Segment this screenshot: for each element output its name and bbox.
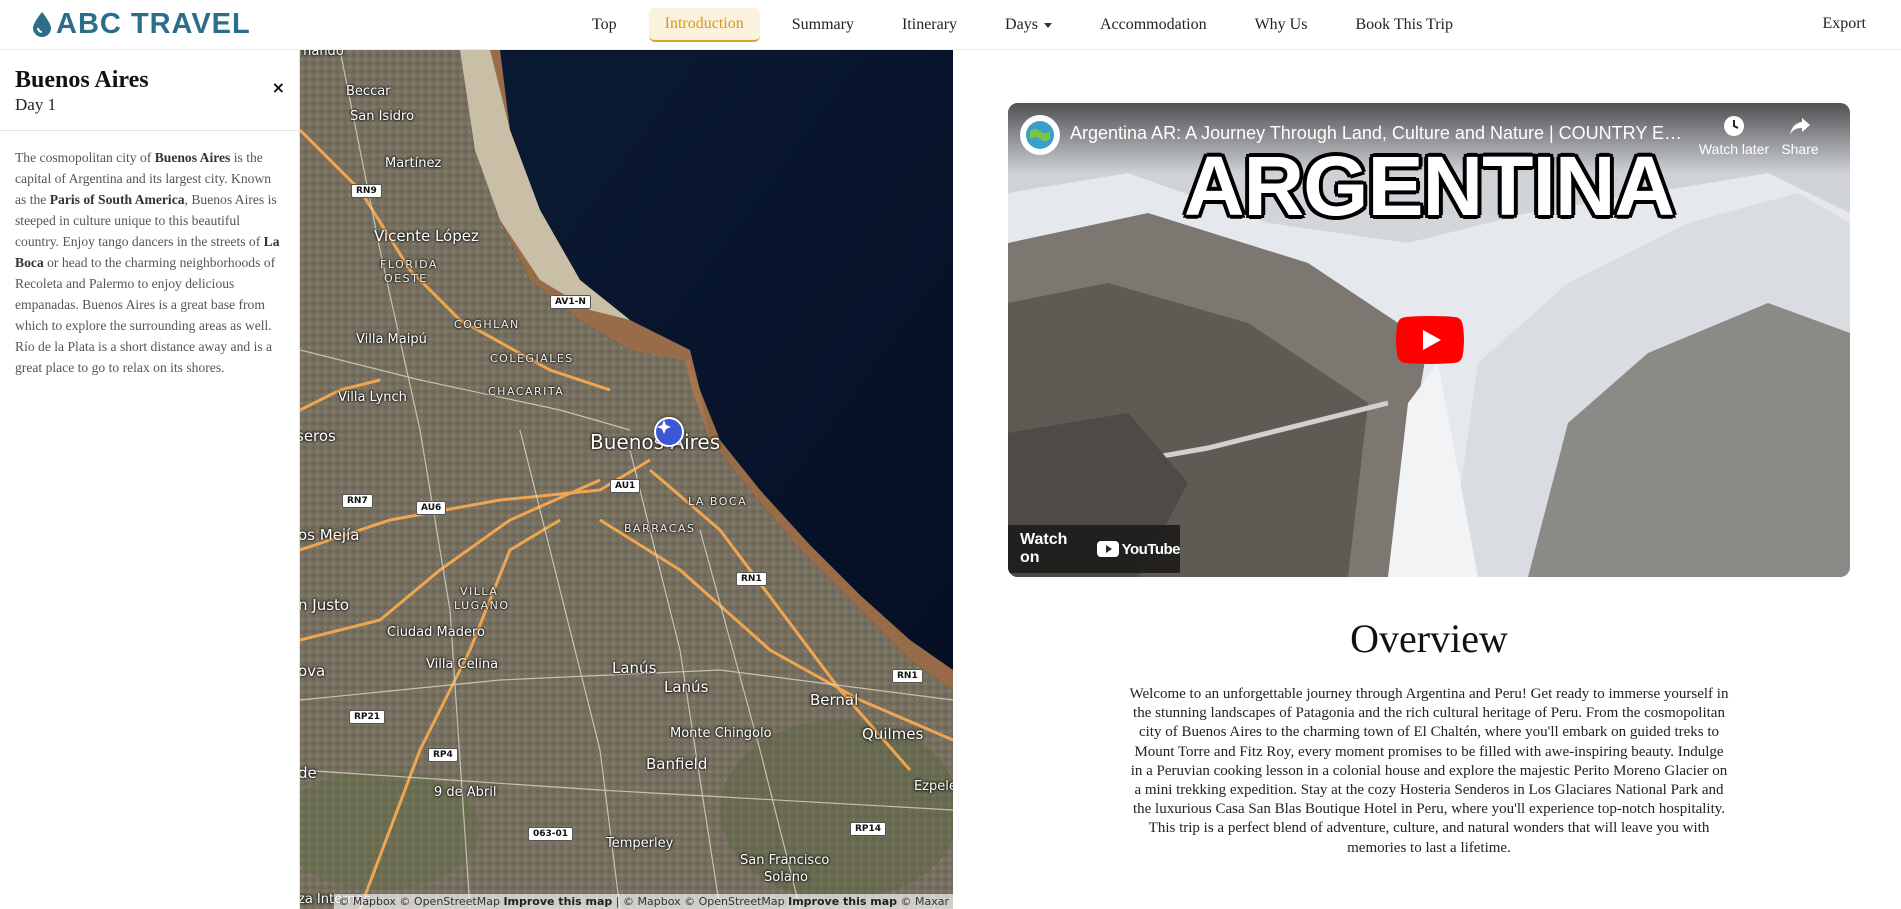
road-shield: AV1-N: [550, 295, 591, 309]
map-label: COGHLAN: [454, 318, 520, 331]
desc-text: The cosmopolitan city of: [15, 150, 155, 165]
nav-top[interactable]: Top: [576, 9, 633, 41]
map-label: Villa Lynch: [338, 390, 407, 405]
satellite-map[interactable]: rnando Beccar San Isidro Martínez Vicent…: [300, 50, 953, 909]
attribution-text: © Maxar: [897, 895, 949, 908]
road-shield: RP21: [349, 710, 386, 724]
top-header: ABC TRAVEL Top Introduction Summary Itin…: [0, 0, 1901, 50]
map-label: VILLA: [460, 585, 499, 598]
road-shield: AU1: [610, 479, 641, 493]
close-icon[interactable]: ×: [272, 78, 285, 97]
road-shield: RN9: [351, 184, 382, 198]
nav-why-us[interactable]: Why Us: [1239, 9, 1324, 41]
map-label: seros: [300, 427, 336, 445]
road-shield: 063-01: [528, 827, 574, 841]
nav-days-label: Days: [1005, 16, 1038, 33]
map-label: Lanús: [612, 659, 657, 677]
map-label: rnando: [300, 50, 344, 59]
map-label: Villa Celina: [426, 657, 499, 672]
road-shield: RP4: [428, 748, 458, 762]
clock-icon: [1724, 116, 1744, 136]
main-nav: Top Introduction Summary Itinerary Days …: [576, 8, 1485, 42]
export-button[interactable]: Export: [1822, 15, 1866, 33]
map-label: LUGANO: [454, 599, 510, 612]
map-label: Bernal: [810, 691, 859, 709]
improve-map-link[interactable]: Improve this map: [788, 895, 897, 908]
day-sidebar: Buenos Aires Day 1 × The cosmopolitan ci…: [0, 50, 300, 909]
map-label: Vicente López: [374, 227, 479, 245]
map-label: Villa Maipú: [356, 332, 427, 347]
nav-summary[interactable]: Summary: [776, 9, 870, 41]
desc-bold: Buenos Aires: [154, 150, 231, 165]
nav-why-us-label: Why Us: [1254, 16, 1308, 33]
video-overlay-title: ARGENTINA: [1183, 139, 1675, 233]
map-label: 9 de Abril: [434, 785, 497, 800]
location-pin-icon[interactable]: [654, 417, 684, 447]
youtube-wordmark: YouTube: [1121, 540, 1181, 558]
overview-heading: Overview: [1350, 616, 1508, 661]
map-label: Monte Chingolo: [670, 726, 772, 741]
desc-text: or head to the charming neighborhoods of…: [15, 255, 276, 375]
sidebar-header: Buenos Aires Day 1 ×: [0, 50, 299, 131]
road-shield: AU6: [416, 501, 447, 515]
map-label: Temperley: [606, 836, 674, 851]
city-title: Buenos Aires: [15, 67, 149, 93]
map-label: LA BOCA: [688, 495, 748, 508]
attribution-text: | © Mapbox © OpenStreetMap: [612, 895, 789, 908]
pin-star-icon: [657, 420, 671, 434]
map-label: os Mejía: [300, 526, 360, 544]
watch-on-youtube-button[interactable]: Watch on YouTube: [1008, 525, 1181, 573]
nav-days-dropdown[interactable]: Days: [989, 9, 1068, 41]
map-attribution: © Mapbox © OpenStreetMap Improve this ma…: [334, 894, 953, 909]
nav-itinerary-label: Itinerary: [901, 16, 958, 33]
day-label: Day 1: [15, 95, 57, 114]
map-label: Beccar: [346, 84, 391, 99]
improve-map-link[interactable]: Improve this map: [503, 895, 612, 908]
map-label: Ezpele: [914, 779, 953, 794]
road-shield: RN1: [892, 669, 923, 683]
nav-accommodation[interactable]: Accommodation: [1084, 9, 1223, 41]
nav-book-this-trip[interactable]: Book This Trip: [1339, 9, 1469, 41]
map-label: COLEGIALES: [490, 352, 574, 365]
nav-accommodation-label: Accommodation: [1099, 16, 1207, 33]
map-label: Lanús: [664, 678, 709, 696]
nav-introduction[interactable]: Introduction: [648, 8, 760, 42]
map-label: n Justo: [300, 596, 350, 614]
map-label: San Isidro: [350, 109, 415, 124]
brand-name: ABC TRAVEL: [56, 8, 251, 40]
map-label: Martínez: [385, 156, 442, 171]
play-icon[interactable]: [1396, 316, 1464, 364]
map-label: San Francisco: [740, 853, 830, 868]
map-label: BARRACAS: [624, 522, 696, 535]
caret-down-icon: [1043, 22, 1052, 28]
water-drop-icon: [33, 12, 51, 37]
share-arrow-icon: [1790, 118, 1810, 135]
road-shield: RN1: [736, 572, 767, 586]
map-label: Banfield: [646, 755, 708, 773]
road-shield: RN7: [342, 494, 373, 508]
brand-logo[interactable]: ABC TRAVEL: [32, 8, 251, 40]
road-shield: RP14: [850, 822, 887, 836]
desc-bold: Paris of South America: [49, 192, 185, 207]
youtube-play-icon: [1096, 541, 1119, 557]
attribution-text: © Mapbox © OpenStreetMap: [338, 895, 504, 908]
youtube-video-embed[interactable]: Argentina AR: A Journey Through Land, Cu…: [1008, 103, 1850, 577]
nav-itinerary[interactable]: Itinerary: [886, 9, 973, 41]
map-label: Quilmes: [862, 725, 924, 743]
watch-on-label: Watch on: [1020, 531, 1068, 566]
nav-top-label: Top: [592, 16, 617, 33]
map-label: Solano: [764, 870, 808, 885]
city-description: The cosmopolitan city of Buenos Aires is…: [0, 131, 299, 394]
nav-book-label: Book This Trip: [1355, 16, 1453, 33]
map-label: de: [300, 764, 317, 782]
nav-summary-label: Summary: [791, 16, 854, 33]
map-label: OESTE: [384, 272, 428, 285]
youtube-logo: YouTube: [1096, 540, 1181, 558]
map-label: ova: [300, 662, 326, 680]
map-label: Ciudad Madero: [387, 625, 485, 640]
map-label: CHACARITA: [488, 385, 565, 398]
nav-introduction-label: Introduction: [664, 15, 744, 32]
overview-paragraph: Welcome to an unforgettable journey thro…: [1129, 686, 1729, 856]
map-label: FLORIDA: [380, 258, 438, 271]
